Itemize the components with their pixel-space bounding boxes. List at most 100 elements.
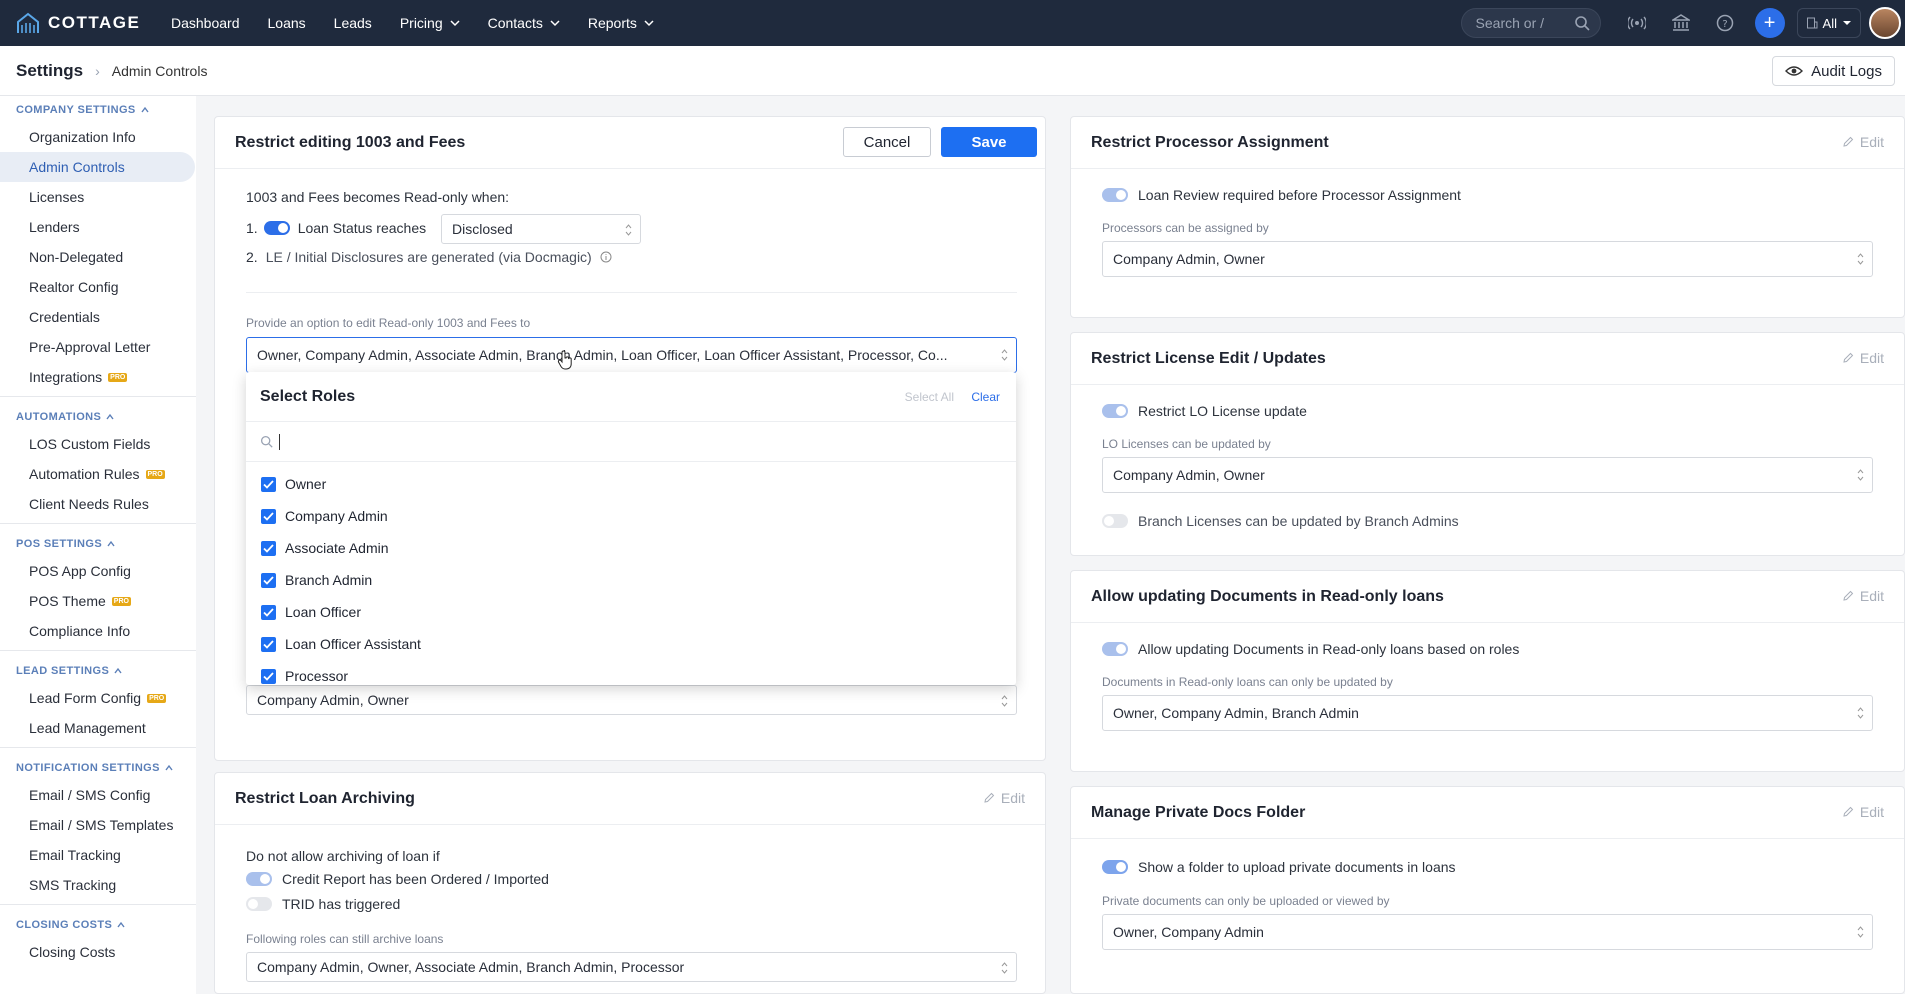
roles-search-input[interactable] bbox=[246, 422, 1016, 462]
sidebar-item[interactable]: Credentials bbox=[0, 302, 196, 332]
private-docs-roles-select[interactable]: Owner, Company Admin bbox=[1102, 914, 1873, 950]
save-button[interactable]: Save bbox=[941, 127, 1037, 157]
cancel-button[interactable]: Cancel bbox=[843, 127, 931, 157]
nav-pricing[interactable]: Pricing bbox=[400, 15, 460, 31]
nav-leads[interactable]: Leads bbox=[334, 15, 372, 31]
brand-logo[interactable]: COTTAGE bbox=[16, 12, 156, 34]
sidebar-item[interactable]: Closing Costs bbox=[0, 937, 196, 967]
sidebar-item[interactable]: Integrations PRO bbox=[0, 362, 196, 392]
role-option[interactable]: Processor bbox=[246, 660, 1016, 685]
nav-dashboard[interactable]: Dashboard bbox=[171, 15, 240, 31]
sidebar-item[interactable]: Email / SMS Templates bbox=[0, 810, 196, 840]
sidebar-item[interactable]: Email / SMS Config bbox=[0, 780, 196, 810]
documents-toggle[interactable] bbox=[1102, 642, 1128, 656]
checkbox-checked-icon[interactable] bbox=[261, 572, 276, 588]
pro-badge: PRO bbox=[147, 693, 167, 703]
role-option[interactable]: Company Admin bbox=[246, 500, 1016, 532]
archive-roles-select[interactable]: Company Admin, Owner, Associate Admin, B… bbox=[246, 952, 1017, 982]
edit-button[interactable]: Edit bbox=[1842, 804, 1884, 820]
sidebar-item[interactable]: Lead Management bbox=[0, 713, 196, 743]
checkbox-checked-icon[interactable] bbox=[261, 636, 276, 652]
checkbox-checked-icon[interactable] bbox=[261, 476, 276, 492]
broadcast-icon[interactable] bbox=[1615, 0, 1659, 46]
processor-assigners-select[interactable]: Company Admin, Owner bbox=[1102, 241, 1873, 277]
sidebar-item[interactable]: SMS Tracking bbox=[0, 870, 196, 900]
chevron-down-icon bbox=[550, 20, 560, 27]
clear-button[interactable]: Clear bbox=[971, 390, 1000, 404]
cottage-logo-icon bbox=[17, 12, 39, 33]
trid-toggle[interactable] bbox=[246, 897, 272, 911]
checkbox-checked-icon[interactable] bbox=[261, 540, 276, 556]
sidebar-group: AUTOMATIONS LOS Custom Fields Automation R… bbox=[0, 405, 196, 519]
checkbox-checked-icon[interactable] bbox=[261, 604, 276, 620]
info-icon[interactable] bbox=[600, 251, 612, 263]
documents-updaters-select[interactable]: Owner, Company Admin, Branch Admin bbox=[1102, 695, 1873, 731]
sidebar-group-header[interactable]: AUTOMATIONS bbox=[0, 405, 196, 429]
sidebar-item[interactable]: Lead Form Config PRO bbox=[0, 683, 196, 713]
hidden-roles-select[interactable]: Company Admin, Owner bbox=[246, 685, 1017, 715]
sidebar-item[interactable]: LOS Custom Fields bbox=[0, 429, 196, 459]
nav-loans[interactable]: Loans bbox=[268, 15, 306, 31]
role-option[interactable]: Branch Admin bbox=[246, 564, 1016, 596]
sidebar-item[interactable]: Automation Rules PRO bbox=[0, 459, 196, 489]
sidebar-item[interactable]: Admin Controls bbox=[0, 152, 195, 182]
scope-selector[interactable]: All bbox=[1796, 8, 1861, 38]
search-icon bbox=[260, 435, 273, 448]
lo-license-updaters-select[interactable]: Company Admin, Owner bbox=[1102, 457, 1873, 493]
branch-license-toggle[interactable] bbox=[1102, 514, 1128, 528]
credit-report-toggle[interactable] bbox=[246, 872, 272, 886]
sidebar-item[interactable]: Realtor Config bbox=[0, 272, 196, 302]
sidebar-group-header[interactable]: CLOSING COSTS bbox=[0, 913, 196, 937]
loan-status-toggle[interactable] bbox=[263, 221, 290, 235]
sidebar-group-header[interactable]: POS SETTINGS bbox=[0, 532, 196, 556]
checkbox-checked-icon[interactable] bbox=[261, 668, 276, 684]
loan-status-select[interactable]: Disclosed bbox=[441, 214, 641, 244]
sidebar-item[interactable]: Email Tracking bbox=[0, 840, 196, 870]
branch-license-toggle-row: Branch Licenses can be updated by Branch… bbox=[1102, 513, 1459, 529]
sidebar-item[interactable]: Licenses bbox=[0, 182, 196, 212]
bank-icon[interactable] bbox=[1659, 0, 1703, 46]
private-docs-toggle[interactable] bbox=[1102, 860, 1128, 874]
select-value: Company Admin, Owner bbox=[1113, 251, 1265, 267]
edit-roles-select[interactable]: Owner, Company Admin, Associate Admin, B… bbox=[246, 337, 1017, 373]
sidebar-group-header[interactable]: NOTIFICATION SETTINGS bbox=[0, 756, 196, 780]
edit-button[interactable]: Edit bbox=[983, 790, 1025, 806]
sidebar-item[interactable]: POS App Config bbox=[0, 556, 196, 586]
sidebar-item[interactable]: Non-Delegated bbox=[0, 242, 196, 272]
edit-button[interactable]: Edit bbox=[1842, 134, 1884, 150]
help-icon[interactable]: ? bbox=[1703, 0, 1747, 46]
nav-label: Reports bbox=[587, 15, 637, 31]
card-title: Manage Private Docs Folder bbox=[1071, 787, 1904, 839]
sidebar-group-header[interactable]: COMPANY SETTINGS bbox=[0, 98, 196, 122]
loan-review-toggle[interactable] bbox=[1102, 188, 1128, 202]
create-new-button[interactable]: + bbox=[1754, 8, 1785, 38]
nav-label: Pricing bbox=[399, 15, 443, 31]
sidebar-group-header[interactable]: LEAD SETTINGS bbox=[0, 659, 196, 683]
sidebar-item[interactable]: Pre-Approval Letter bbox=[0, 332, 196, 362]
checkbox-checked-icon[interactable] bbox=[261, 508, 276, 524]
select-all-button[interactable]: Select All bbox=[905, 390, 954, 404]
user-avatar[interactable] bbox=[1869, 7, 1901, 39]
sidebar-item[interactable]: Client Needs Rules bbox=[0, 489, 196, 519]
archive-intro: Do not allow archiving of loan if bbox=[246, 848, 440, 864]
edit-button[interactable]: Edit bbox=[1842, 588, 1884, 604]
role-option[interactable]: Loan Officer bbox=[246, 596, 1016, 628]
sidebar-item[interactable]: POS Theme PRO bbox=[0, 586, 196, 616]
chevron-up-icon bbox=[106, 413, 114, 420]
breadcrumb-settings[interactable]: Settings bbox=[16, 61, 83, 81]
nav-reports[interactable]: Reports bbox=[588, 15, 654, 31]
restrict-lo-license-toggle[interactable] bbox=[1102, 404, 1128, 418]
sidebar-item[interactable]: Organization Info bbox=[0, 122, 196, 152]
role-option[interactable]: Loan Officer Assistant bbox=[246, 628, 1016, 660]
sidebar-item[interactable]: Lenders bbox=[0, 212, 196, 242]
global-search-input[interactable]: Search or / bbox=[1460, 8, 1601, 38]
role-option[interactable]: Owner bbox=[246, 468, 1016, 500]
nav-contacts[interactable]: Contacts bbox=[488, 15, 560, 31]
chevron-up-icon bbox=[107, 540, 115, 547]
plus-icon: + bbox=[1763, 11, 1776, 34]
sidebar-item[interactable]: Compliance Info bbox=[0, 616, 196, 646]
edit-button[interactable]: Edit bbox=[1842, 350, 1884, 366]
role-option[interactable]: Associate Admin bbox=[246, 532, 1016, 564]
audit-logs-button[interactable]: Audit Logs bbox=[1772, 56, 1895, 86]
card-documents-readonly: Allow updating Documents in Read-only lo… bbox=[1070, 570, 1905, 772]
